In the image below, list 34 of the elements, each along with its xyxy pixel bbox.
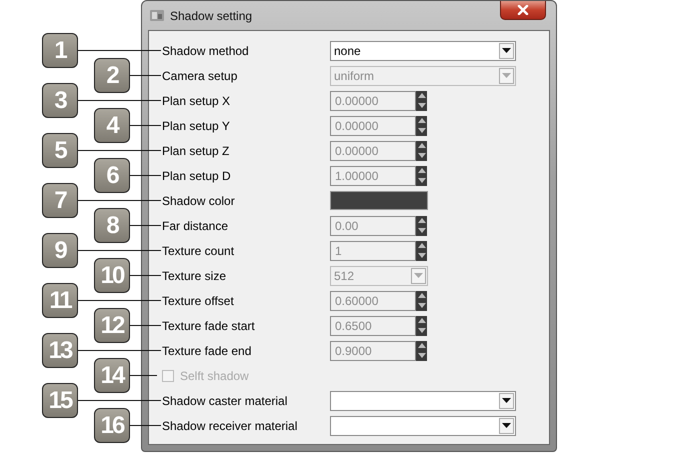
callout-badge: 12 (94, 308, 130, 343)
callout-badge: 13 (42, 333, 78, 368)
field-label: Texture fade end (162, 344, 252, 358)
callout-badge: 11 (42, 283, 78, 318)
callout-badge: 3 (42, 83, 78, 118)
field-label: Plan setup D (162, 168, 232, 182)
field-label: Shadow caster material (162, 394, 288, 408)
field-label: Camera setup (162, 68, 238, 82)
checkbox-label: Selft shadow (180, 368, 249, 382)
callout-badge: 1 (42, 33, 78, 68)
field-label: Texture offset (162, 294, 235, 308)
callout-badge: 10 (94, 258, 130, 293)
callout-badge: 15 (42, 383, 78, 418)
callout-badge: 2 (94, 58, 130, 93)
field-label: Texture count (162, 244, 236, 258)
callout-badge: 16 (94, 408, 130, 443)
field-label: Texture size (162, 268, 228, 282)
field-label: Shadow method (162, 44, 250, 58)
field-label: Texture fade start (162, 318, 256, 332)
callout-badge: 5 (42, 133, 78, 168)
field-label: Far distance (162, 218, 230, 232)
callout-badge: 7 (42, 183, 78, 218)
field-label: Plan setup Z (162, 144, 230, 158)
dropdown[interactable]: none (330, 40, 516, 60)
callout-badge: 4 (94, 108, 130, 143)
callout-badge: 6 (94, 158, 130, 193)
callout-badge: 14 (94, 358, 130, 393)
callout-badge: 9 (42, 233, 78, 268)
callout-badge: 8 (94, 208, 130, 243)
window-title: Shadow setting (170, 8, 252, 22)
field-label: Plan setup X (162, 94, 232, 108)
field-label: Shadow color (162, 194, 236, 208)
field-label: Shadow receiver material (162, 418, 298, 432)
field-label: Plan setup Y (162, 118, 231, 132)
